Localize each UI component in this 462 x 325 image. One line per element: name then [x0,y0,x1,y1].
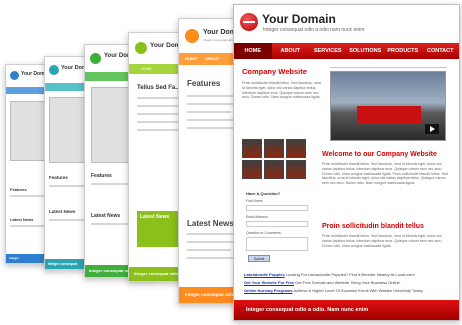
logo-icon [185,29,199,43]
link-row[interactable]: Get Your Website For Free Get Free Domai… [244,279,454,287]
tagline: Integer consequat odio a odio nam nunc e… [263,27,365,33]
nav-item-products[interactable]: PRODUCTS [384,43,422,59]
nav-item-home[interactable]: HOME [185,53,197,65]
nav-item-about[interactable]: ABOUT [205,53,219,65]
hero-video[interactable] [330,71,446,141]
logo-icon [90,53,101,64]
first-name-label: First Name [246,199,263,203]
page-title: Company Website [242,67,307,76]
brand-name: Your Domain [262,12,336,26]
section-heading: Features [187,79,221,88]
nav-item-home[interactable]: HOME [141,64,152,74]
section-heading: Tellus Sed Fa... [137,85,181,91]
logo-icon [49,65,59,75]
section-heading: Features [49,175,68,180]
link-row[interactable]: Labradoodle Puppies Looking For Labradoo… [244,271,454,279]
form-title: Have A Question? [246,191,281,196]
thumbnail[interactable] [264,160,284,179]
section-heading: Features [10,187,27,192]
nav-item-home[interactable]: HOME [234,43,272,59]
section-heading: Latest News [10,217,34,222]
play-icon[interactable] [425,124,439,134]
body-text: Proin sollicitudin blandit tellus. Sed f… [242,81,321,100]
thumbnail[interactable] [286,139,306,158]
thumbnail[interactable] [242,160,262,179]
link-row[interactable]: Online Nursing Programs Achieve A Higher… [244,287,454,295]
nav-item-about[interactable]: ABOUT [272,43,310,59]
first-name-input[interactable] [246,205,308,211]
thumbnail[interactable] [264,139,284,158]
thumbnail[interactable] [242,139,262,158]
email-label: Email Address [246,215,268,219]
logo-icon [135,42,147,54]
section-heading: Latest News [49,209,76,214]
section-heading: Features [91,173,112,179]
logo-icon [240,13,258,31]
submit-button[interactable]: Submit [248,255,270,262]
fire-truck-image [357,106,421,124]
footer-bar: Integer consequat odio a odio. Nam nunc … [234,300,459,320]
section-heading: Proin sollicitudin blandit tellus [322,223,424,230]
logo-icon [10,71,19,80]
section-heading: Latest News [140,214,170,220]
email-input[interactable] [246,221,308,227]
section-heading: Welcome to our Company Website [322,151,437,158]
section-heading: Latest News [91,213,121,219]
section-heading: Latest News [187,219,234,228]
nav-bar: HOME ABOUT SERVICES SOLUTIONS PRODUCTS C… [234,43,459,59]
nav-item-services[interactable]: SERVICES [309,43,347,59]
template-preview-red[interactable]: Your Domain Integer consequat odio a odi… [233,4,460,321]
thumbnail-gallery [242,139,306,179]
comments-label: Question or Comments [246,231,281,235]
thumbnail[interactable] [286,160,306,179]
body-text: Proin sollicitudin blandit tellus. Sed f… [322,162,448,186]
body-text: Proin sollicitudin blandit tellus. Sed f… [322,234,443,248]
comments-textarea[interactable] [246,237,308,251]
nav-item-contact[interactable]: CONTACT [422,43,460,59]
nav-item-solutions[interactable]: SOLUTIONS [347,43,385,59]
sponsored-links: Labradoodle Puppies Looking For Labradoo… [244,271,454,295]
